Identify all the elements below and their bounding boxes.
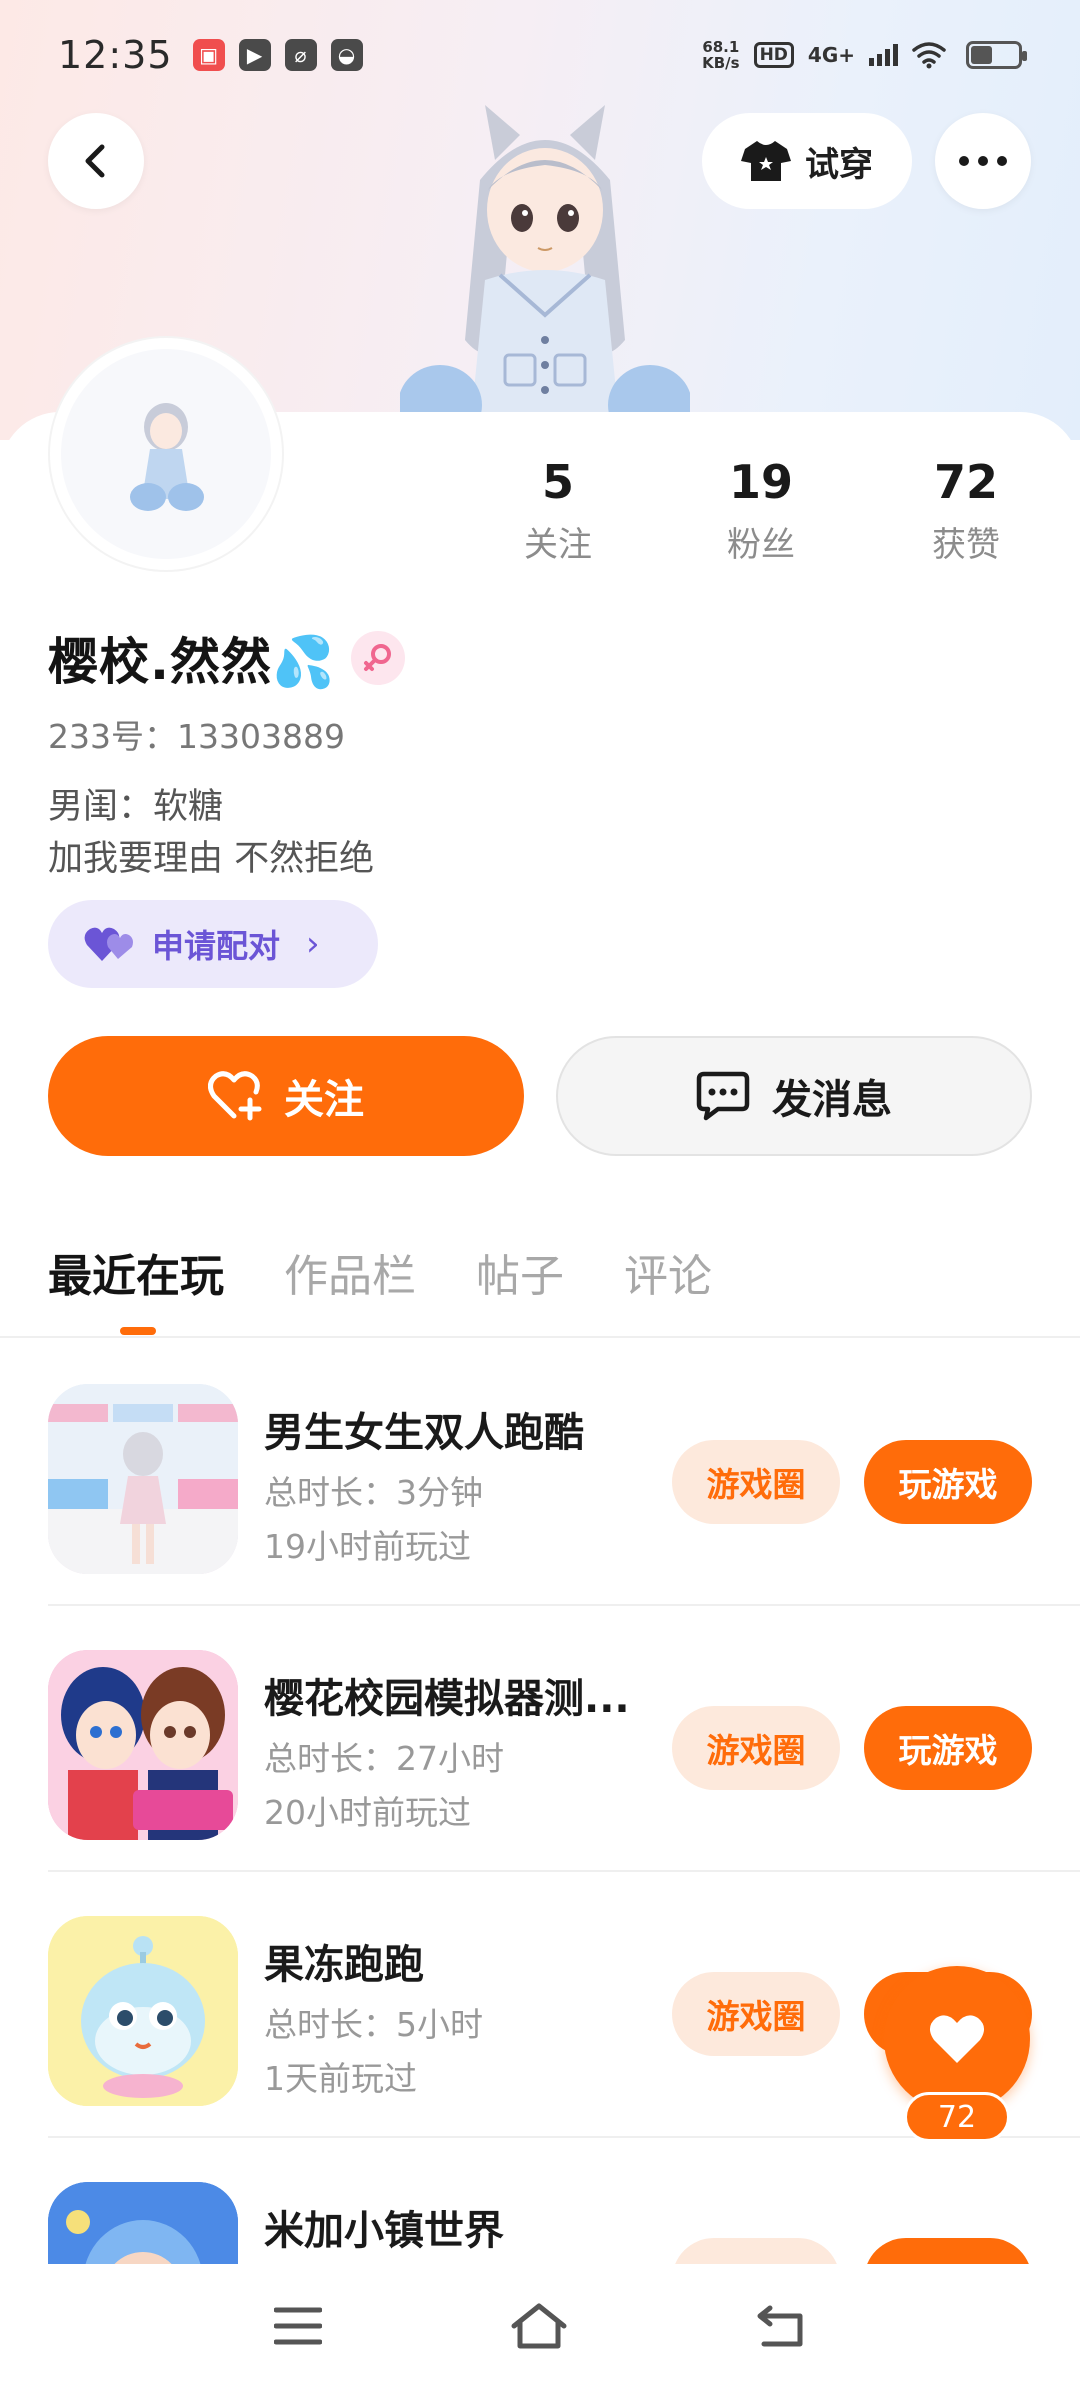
network-type: 4G+ — [807, 43, 855, 67]
status-indicators: 68.1 KB/s HD 4G+ — [702, 39, 1027, 71]
tab-recently-played[interactable]: 最近在玩 — [48, 1240, 224, 1304]
more-dots-icon — [959, 156, 1007, 166]
game-duration: 总时长：5小时 — [264, 2005, 483, 2044]
game-circle-button[interactable]: 游戏圈 — [672, 1972, 840, 2056]
game-icon-parkour — [48, 1384, 238, 1574]
send-message-label: 发消息 — [772, 1077, 892, 1123]
try-on-button[interactable]: 试穿 — [702, 113, 912, 209]
status-bar: 12:35 ▣ ▶ ⌀ ◒ 68.1 KB/s HD 4G+ — [0, 0, 1080, 110]
game-title: 米加小镇世界 — [264, 2208, 504, 2254]
net-speed: 68.1 KB/s — [702, 39, 739, 71]
stat-following-label: 关注 — [524, 525, 592, 565]
game-icon-jelly-run — [48, 1916, 238, 2106]
game-icon-sakura-school — [48, 1650, 238, 1840]
heart-plus-icon — [208, 1071, 262, 1121]
stat-following-num: 5 — [541, 455, 574, 509]
game-icon-miga-town — [48, 2182, 238, 2264]
double-heart-icon — [84, 927, 133, 961]
video-app-icon: ▶ — [238, 39, 271, 71]
game-duration: 总时长：27小时 — [264, 1739, 504, 1778]
nickname-row: 樱校.然然💦 — [48, 622, 406, 694]
stat-fans-label: 粉丝 — [727, 525, 795, 565]
stat-likes[interactable]: 72 获赞 — [886, 455, 1046, 566]
profile-stats: 5 关注 19 粉丝 72 获赞 — [0, 455, 1080, 575]
stat-fans-num: 19 — [728, 455, 793, 509]
game-last-played: 1天前玩过 — [264, 2059, 417, 2098]
more-button[interactable] — [935, 113, 1031, 209]
try-on-label: 试穿 — [805, 144, 873, 185]
status-app-icons: ▣ ▶ ⌀ ◒ — [192, 39, 363, 71]
kuaishou-app-icon: ▣ — [192, 39, 225, 71]
play-game-button[interactable]: 玩游戏 — [864, 2238, 1032, 2264]
box-app-icon: ◒ — [330, 39, 363, 71]
profile-tabs: 最近在玩 作品栏 帖子 评论 — [48, 1240, 712, 1304]
game-title: 男生女生双人跑酷 — [264, 1410, 584, 1456]
wifi-icon — [912, 42, 946, 69]
user-id: 233号：13303889 — [48, 717, 345, 756]
send-message-button[interactable]: 发消息 — [556, 1036, 1032, 1156]
avatar-character-image — [400, 105, 690, 430]
apply-pair-label: 申请配对 — [152, 927, 281, 965]
net-speed-value: 68.1 — [702, 38, 740, 56]
tab-posts[interactable]: 帖子 — [476, 1240, 564, 1304]
game-circle-button[interactable]: 游戏圈 — [672, 1706, 840, 1790]
back-arrow-icon — [85, 144, 105, 178]
game-last-played: 19小时前玩过 — [264, 1527, 471, 1566]
apply-pair-button[interactable]: 申请配对 › — [48, 900, 378, 988]
chat-bubble-icon — [696, 1071, 750, 1121]
back-nav-icon[interactable] — [756, 2304, 806, 2348]
game-last-played: 20小时前玩过 — [264, 1793, 471, 1832]
signal-icon — [869, 44, 898, 66]
game-circle-button[interactable]: 游戏圈 — [672, 2238, 840, 2264]
game-row[interactable]: 男生女生双人跑酷 总时长：3分钟 19小时前玩过 游戏圈 玩游戏 — [48, 1340, 1080, 1606]
bio-line-1: 男闺：软糖 — [48, 787, 224, 827]
net-speed-unit: KB/s — [702, 54, 740, 72]
game-title: 果冻跑跑 — [264, 1942, 424, 1988]
floating-like-count: 72 — [904, 2092, 1010, 2142]
game-circle-button[interactable]: 游戏圈 — [672, 1440, 840, 1524]
play-game-button[interactable]: 玩游戏 — [864, 1440, 1032, 1524]
follow-button[interactable]: 关注 — [48, 1036, 524, 1156]
game-row[interactable]: 米加小镇世界 游戏圈 玩游戏 — [48, 2138, 1080, 2264]
game-row[interactable]: 樱花校园模拟器测... 总时长：27小时 20小时前玩过 游戏圈 玩游戏 — [48, 1606, 1080, 1872]
game-title: 樱花校园模拟器测... — [264, 1676, 630, 1722]
chevron-right-icon: › — [306, 924, 320, 964]
follow-label: 关注 — [284, 1077, 364, 1123]
tab-comments[interactable]: 评论 — [624, 1240, 712, 1304]
tab-works[interactable]: 作品栏 — [284, 1240, 416, 1304]
female-gender-icon — [351, 631, 406, 685]
status-time: 12:35 — [58, 33, 173, 77]
stat-following[interactable]: 5 关注 — [478, 455, 638, 566]
active-tab-indicator — [120, 1327, 156, 1335]
stat-fans[interactable]: 19 粉丝 — [681, 455, 841, 566]
game-duration: 总时长：3分钟 — [264, 1473, 483, 1512]
nickname: 樱校.然然💦 — [48, 633, 336, 691]
bio-line-2: 加我要理由 不然拒绝 — [48, 839, 375, 879]
battery-icon — [966, 41, 1027, 69]
floating-like-button[interactable] — [884, 1966, 1030, 2112]
leaf-app-icon: ⌀ — [284, 39, 317, 71]
tshirt-icon — [741, 141, 791, 181]
home-icon[interactable] — [510, 2302, 568, 2350]
hd-badge: HD — [753, 42, 794, 68]
stat-likes-label: 获赞 — [932, 525, 1000, 565]
menu-icon[interactable] — [274, 2306, 322, 2346]
system-nav-bar — [0, 2264, 1080, 2388]
heart-icon — [929, 2015, 985, 2063]
tab-divider — [0, 1336, 1080, 1338]
stat-likes-num: 72 — [933, 455, 998, 509]
back-button[interactable] — [48, 113, 144, 209]
play-game-button[interactable]: 玩游戏 — [864, 1706, 1032, 1790]
